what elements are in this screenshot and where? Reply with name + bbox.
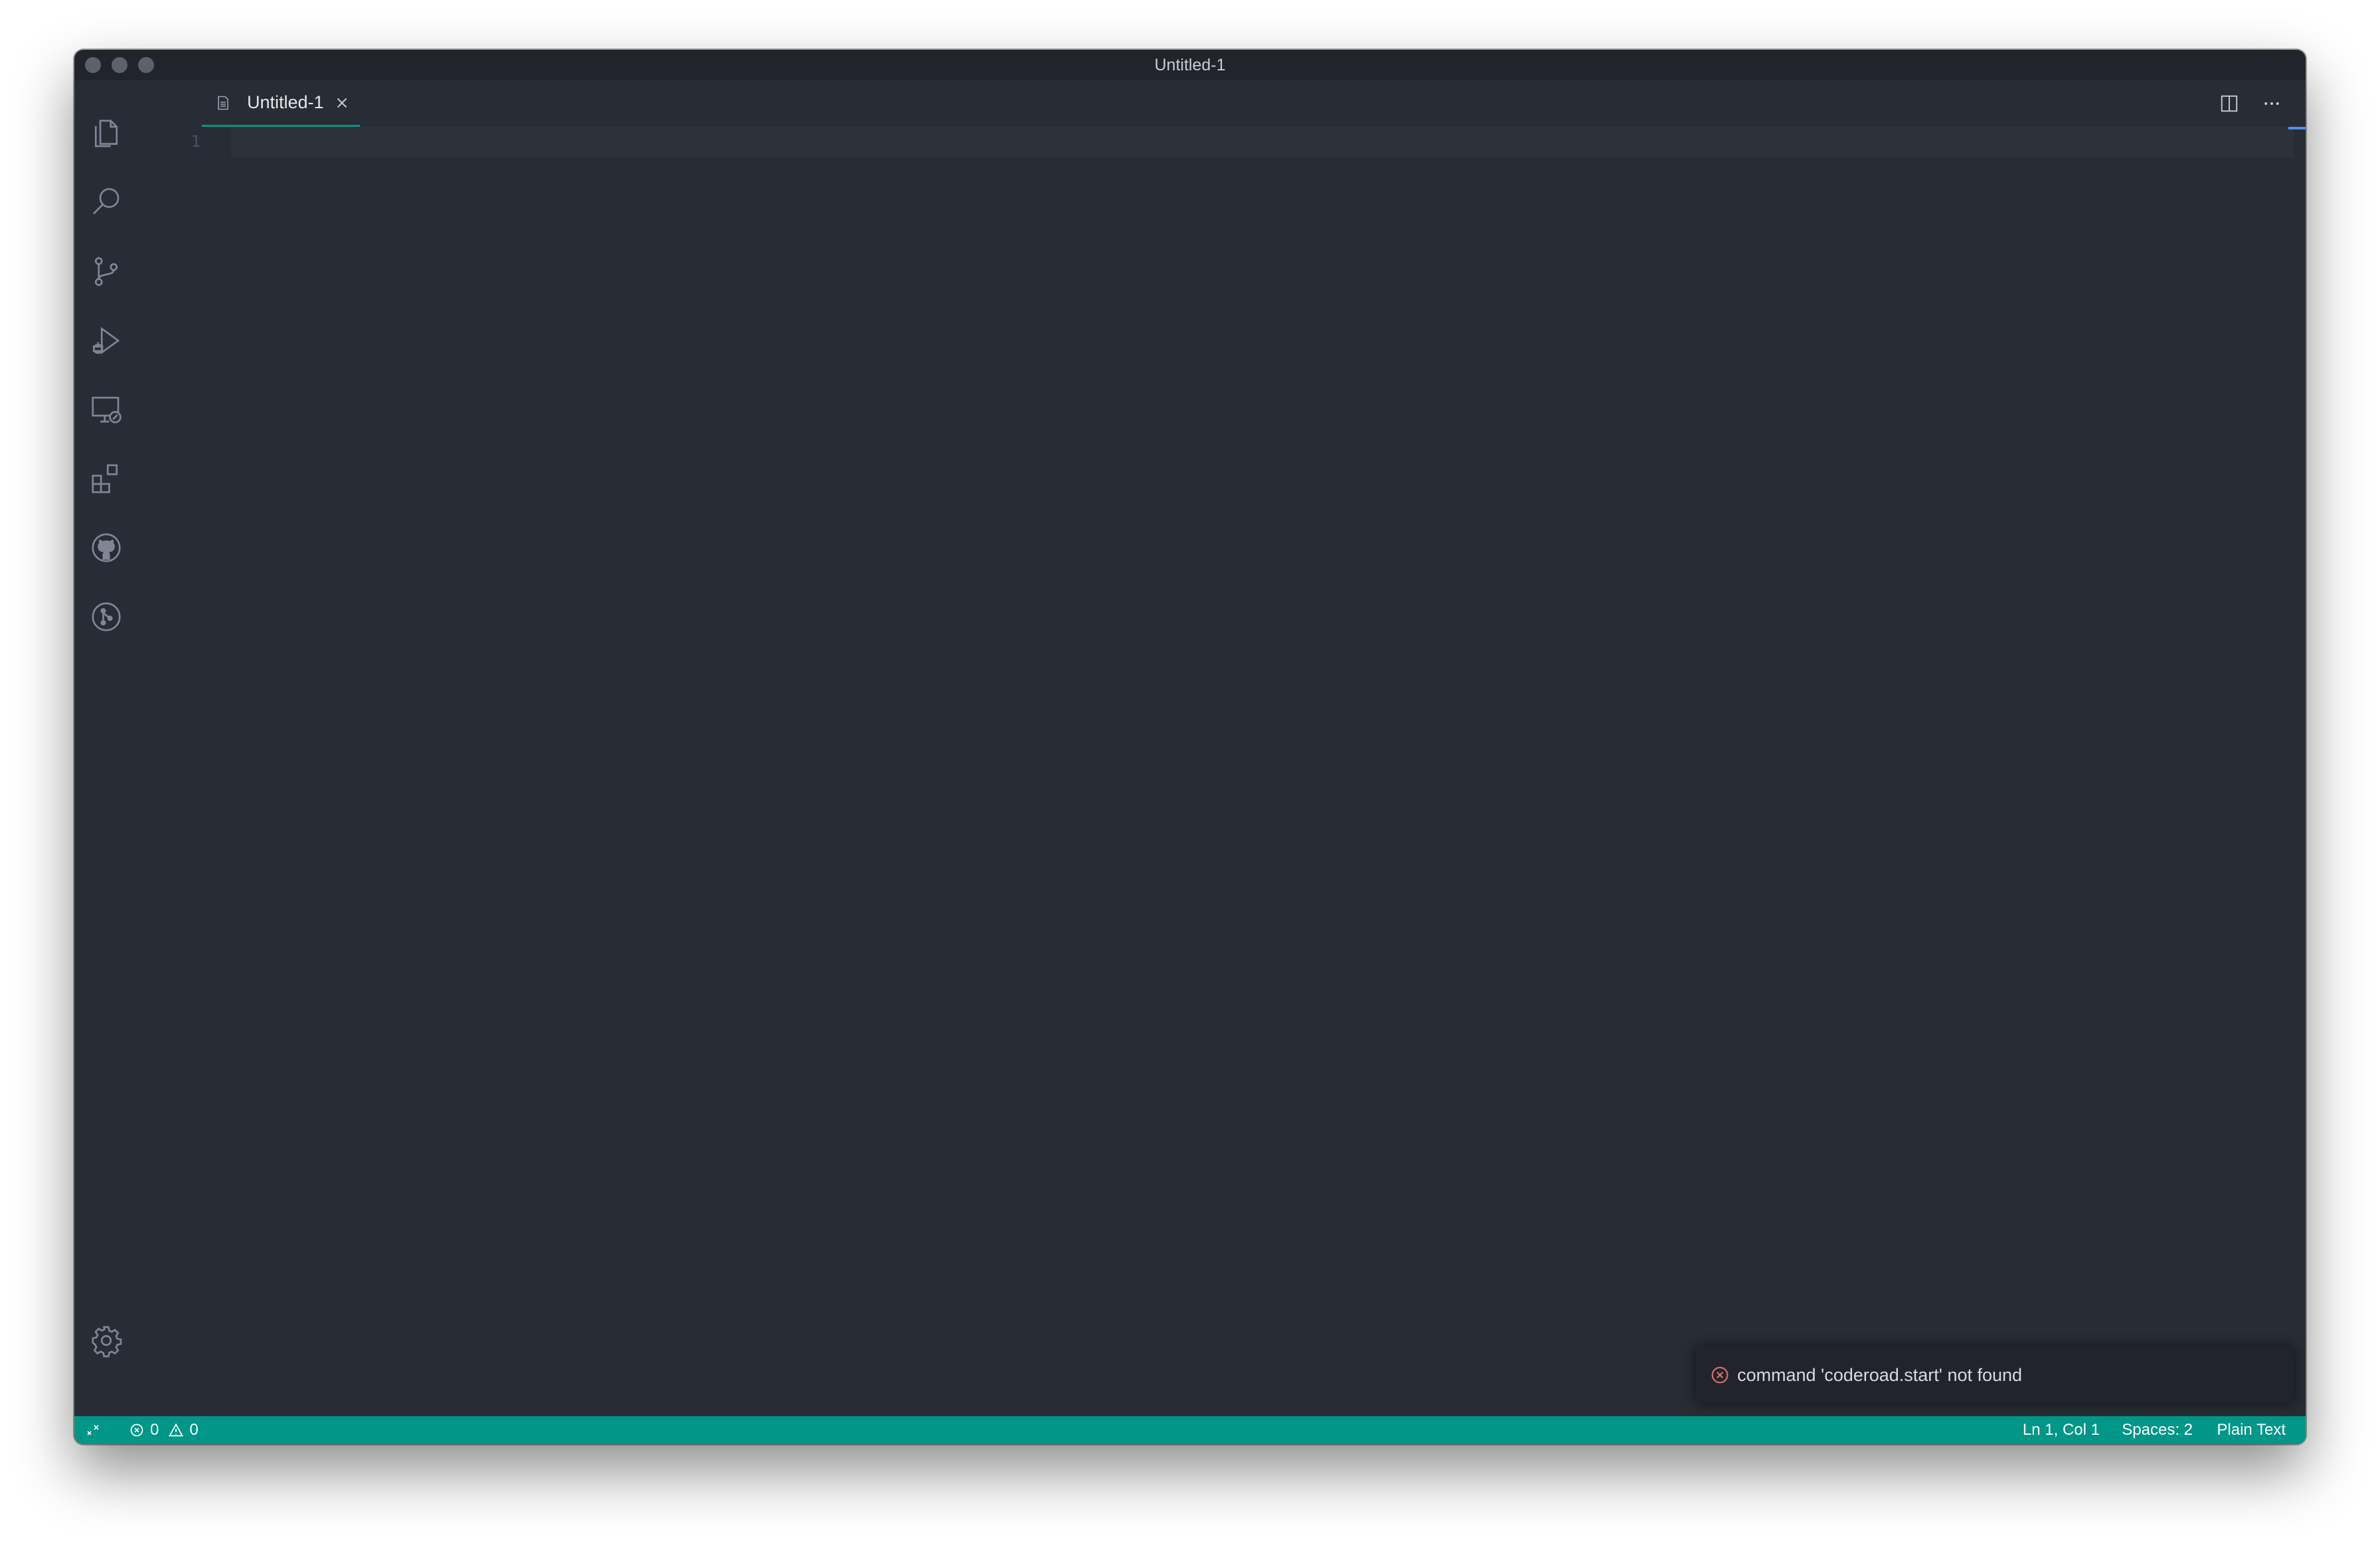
scrollbar-cursor-marker xyxy=(2288,127,2306,129)
remote-indicator[interactable] xyxy=(85,1416,101,1444)
remote-explorer-icon xyxy=(92,396,122,424)
gear-icon xyxy=(92,1326,122,1358)
editor-area[interactable]: 1 xyxy=(138,127,2306,1416)
file-icon xyxy=(218,96,228,110)
git-graph-icon xyxy=(92,602,121,631)
split-editor-button[interactable] xyxy=(2218,92,2241,115)
error-icon xyxy=(1711,1366,1729,1384)
line-number: 1 xyxy=(191,132,201,151)
vscode-window: Untitled-1 Untitled-1 1 command 'coderoa… xyxy=(74,50,2306,1444)
window-title: Untitled-1 xyxy=(1154,56,1226,74)
run-debug-icon xyxy=(92,327,120,355)
activity-source-control[interactable] xyxy=(85,250,128,293)
tab-label: Untitled-1 xyxy=(247,92,324,112)
more-actions-button[interactable] xyxy=(2260,92,2283,115)
line-number-gutter: 1 xyxy=(138,127,230,1416)
current-line-highlight xyxy=(231,127,2294,157)
cursor-position[interactable]: Ln 1, Col 1 xyxy=(2023,1416,2100,1444)
close-icon[interactable] xyxy=(333,94,351,112)
source-control-icon xyxy=(94,257,118,286)
editor-tabs-bar: Untitled-1 xyxy=(138,80,2306,127)
title-bar: Untitled-1 xyxy=(74,50,2306,80)
activity-remote-explorer[interactable] xyxy=(85,388,128,431)
extensions-icon xyxy=(92,464,118,493)
notification-message: command 'coderoad.start' not found xyxy=(1737,1364,2023,1385)
error-count: 0 xyxy=(150,1421,159,1439)
remote-icon xyxy=(87,1425,99,1435)
activity-run-debug[interactable] xyxy=(85,319,128,362)
warning-icon xyxy=(169,1423,184,1437)
activity-git-graph[interactable] xyxy=(85,596,128,638)
editor-actions xyxy=(2218,92,2283,115)
ellipsis-icon xyxy=(2264,102,2279,105)
split-editor-icon xyxy=(2221,95,2238,112)
warning-count: 0 xyxy=(189,1421,199,1439)
status-bar: 0 0 Ln 1, Col 1 Spaces: 2 Plain Text xyxy=(74,1416,2306,1444)
indentation-setting[interactable]: Spaces: 2 xyxy=(2122,1416,2193,1444)
error-count-icon xyxy=(130,1423,143,1437)
error-notification[interactable]: command 'coderoad.start' not found xyxy=(1696,1346,2294,1404)
language-mode[interactable]: Plain Text xyxy=(2217,1416,2286,1444)
activity-manage[interactable] xyxy=(85,1319,128,1362)
activity-search[interactable] xyxy=(85,181,128,224)
files-icon xyxy=(94,120,118,147)
search-icon xyxy=(92,188,120,214)
github-icon xyxy=(92,533,121,562)
activity-bar xyxy=(74,80,138,1416)
tab-untitled-1[interactable]: Untitled-1 xyxy=(202,80,360,127)
activity-explorer[interactable] xyxy=(85,112,128,155)
problems-indicator[interactable]: 0 0 xyxy=(129,1416,199,1444)
activity-github[interactable] xyxy=(85,527,128,569)
activity-extensions[interactable] xyxy=(85,457,128,500)
